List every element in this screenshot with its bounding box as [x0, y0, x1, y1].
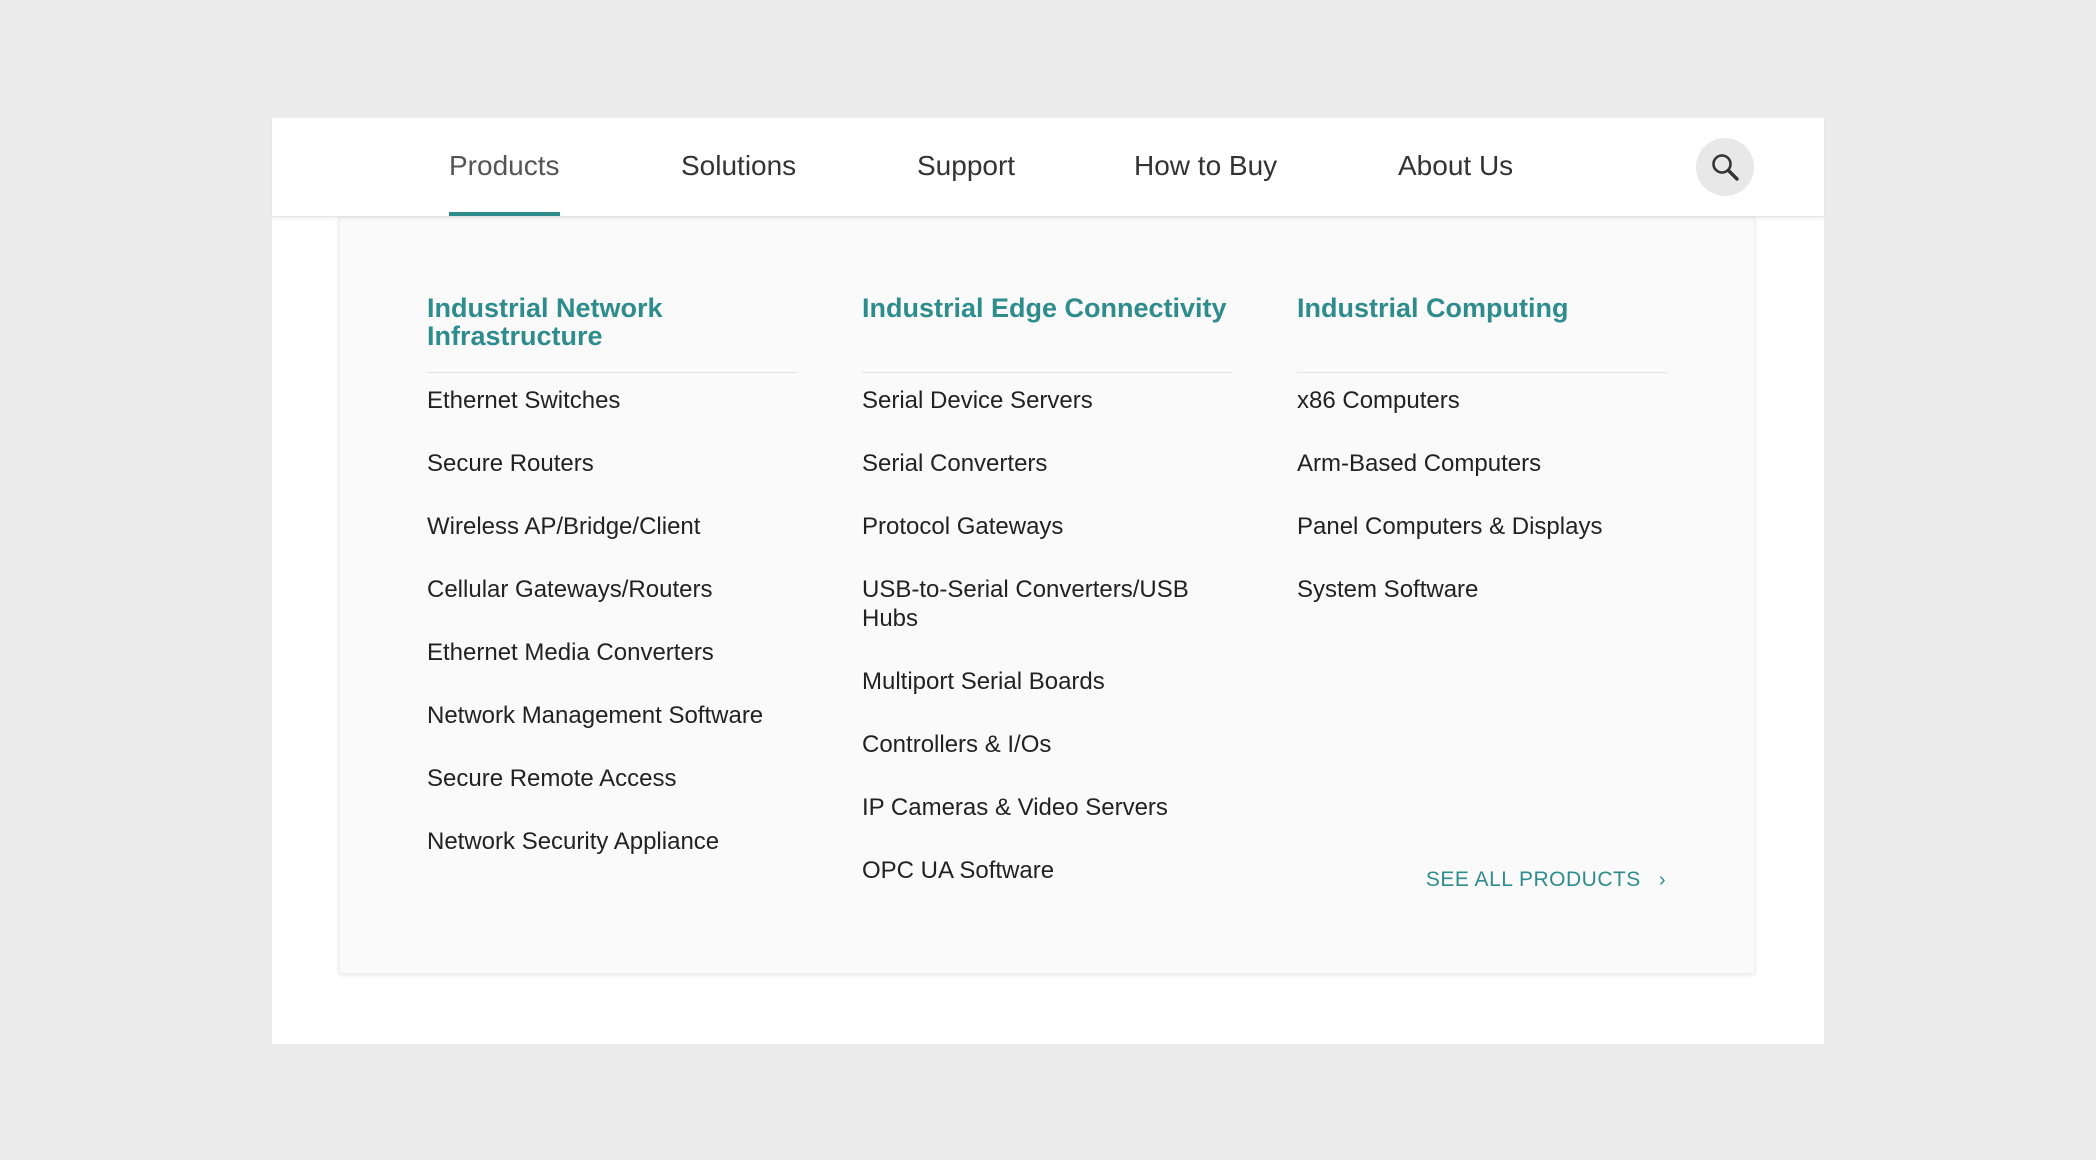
menu-item-ethernet-switches[interactable]: Ethernet Switches [427, 386, 797, 415]
column-heading[interactable]: Industrial Edge Connectivity [862, 294, 1232, 353]
menu-item-opc-ua-software[interactable]: OPC UA Software [862, 856, 1232, 885]
menu-item-serial-device-servers[interactable]: Serial Device Servers [862, 386, 1232, 415]
menu-column-edge-connectivity: Industrial Edge Connectivity Serial Devi… [862, 294, 1232, 919]
search-button[interactable] [1696, 138, 1754, 196]
column-divider [427, 372, 797, 373]
nav-how-to-buy[interactable]: How to Buy [1134, 118, 1277, 216]
menu-item-network-management-software[interactable]: Network Management Software [427, 701, 797, 730]
menu-column-network-infrastructure: Industrial Network Infrastructure Ethern… [427, 294, 797, 890]
nav-support[interactable]: Support [917, 118, 1015, 216]
menu-item-secure-routers[interactable]: Secure Routers [427, 449, 797, 478]
chevron-right-icon: › [1658, 869, 1666, 891]
see-all-products-link[interactable]: SEE ALL PRODUCTS › [1426, 868, 1666, 892]
menu-item-controllers-ios[interactable]: Controllers & I/Os [862, 730, 1232, 759]
menu-item-cellular-gateways[interactable]: Cellular Gateways/Routers [427, 575, 797, 604]
menu-item-protocol-gateways[interactable]: Protocol Gateways [862, 512, 1232, 541]
menu-item-serial-converters[interactable]: Serial Converters [862, 449, 1232, 478]
menu-item-usb-to-serial-converters[interactable]: USB-to-Serial Converters/USB Hubs [862, 575, 1232, 633]
nav-solutions[interactable]: Solutions [681, 118, 796, 216]
menu-item-arm-based-computers[interactable]: Arm-Based Computers [1297, 449, 1667, 478]
search-icon [1712, 154, 1739, 181]
menu-item-panel-computers[interactable]: Panel Computers & Displays [1297, 512, 1667, 541]
main-navigation: Products Solutions Support How to Buy Ab… [272, 118, 1824, 217]
menu-column-industrial-computing: Industrial Computing x86 Computers Arm-B… [1297, 294, 1667, 638]
products-mega-menu: Industrial Network Infrastructure Ethern… [339, 217, 1755, 974]
menu-item-wireless-ap[interactable]: Wireless AP/Bridge/Client [427, 512, 797, 541]
nav-about-us[interactable]: About Us [1398, 118, 1513, 216]
site-frame: Products Solutions Support How to Buy Ab… [272, 118, 1824, 1044]
menu-item-x86-computers[interactable]: x86 Computers [1297, 386, 1667, 415]
menu-item-system-software[interactable]: System Software [1297, 575, 1667, 604]
nav-products[interactable]: Products [449, 118, 560, 216]
menu-item-ip-cameras[interactable]: IP Cameras & Video Servers [862, 793, 1232, 822]
column-divider [1297, 372, 1667, 373]
see-all-products-label: SEE ALL PRODUCTS [1425, 868, 1641, 891]
menu-item-multiport-serial-boards[interactable]: Multiport Serial Boards [862, 667, 1232, 696]
menu-item-ethernet-media-converters[interactable]: Ethernet Media Converters [427, 638, 797, 667]
column-heading[interactable]: Industrial Network Infrastructure [427, 294, 797, 353]
column-divider [862, 372, 1232, 373]
menu-item-network-security-appliance[interactable]: Network Security Appliance [427, 827, 797, 856]
column-heading[interactable]: Industrial Computing [1297, 294, 1667, 353]
menu-item-secure-remote-access[interactable]: Secure Remote Access [427, 764, 797, 793]
